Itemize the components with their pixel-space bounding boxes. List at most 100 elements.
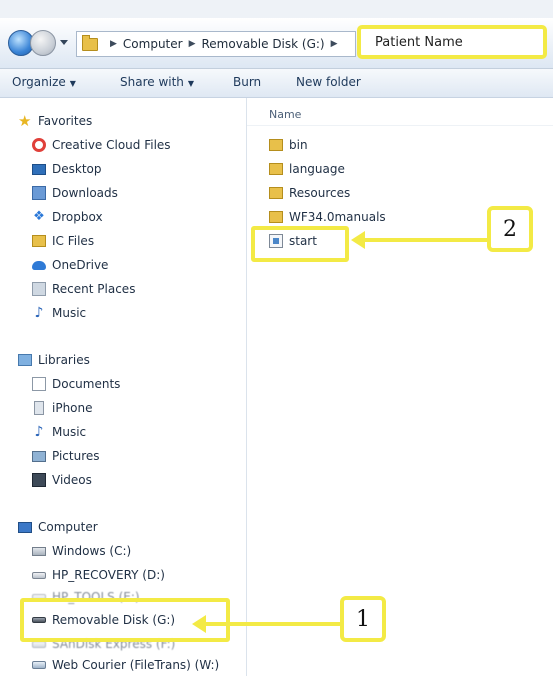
nav-item-videos[interactable]: Videos (32, 471, 92, 489)
nav-item-label: iPhone (52, 401, 93, 415)
navigation-pane: ★ Favorites Creative Cloud Files Desktop… (0, 98, 247, 676)
explorer-window: ▶ Computer ▶ Removable Disk (G:) ▶ Patie… (0, 0, 553, 676)
burn-label: Burn (233, 75, 262, 89)
file-name: WF34.0manuals (289, 210, 386, 224)
callout-number: 1 (356, 606, 370, 632)
address-bar-row: ▶ Computer ▶ Removable Disk (G:) ▶ Patie… (0, 18, 553, 69)
nav-item-pictures[interactable]: Pictures (32, 447, 100, 465)
name-column-header[interactable]: Name (269, 108, 301, 121)
breadcrumb-computer[interactable]: Computer (123, 37, 183, 51)
folder-icon (269, 187, 283, 199)
nav-item-label: Windows (C:) (52, 544, 132, 558)
nav-item-windows-c[interactable]: Windows (C:) (32, 542, 131, 560)
nav-item-label: Creative Cloud Files (52, 138, 171, 152)
drive-icon (32, 571, 46, 579)
pictures-icon (32, 450, 46, 462)
organize-button[interactable]: Organize ▼ (12, 75, 76, 89)
nav-item-label: Music (52, 425, 87, 439)
downloads-icon (32, 186, 46, 200)
onedrive-cloud-icon (32, 260, 46, 270)
creative-cloud-icon (32, 138, 46, 152)
nav-libraries[interactable]: Libraries (18, 351, 90, 369)
callout-connector (364, 238, 488, 242)
nav-item-label: Pictures (52, 449, 100, 463)
caret-down-icon: ▼ (187, 79, 195, 88)
favorites-label: Favorites (38, 114, 93, 128)
folder-icon (32, 235, 46, 247)
file-row-wf34-manuals[interactable]: WF34.0manuals (269, 208, 386, 226)
callout-badge-2: 2 (487, 206, 533, 252)
nav-item-label: Downloads (52, 186, 118, 200)
nav-item-iphone[interactable]: iPhone (32, 399, 93, 417)
nav-item-label: Documents (52, 377, 121, 391)
computer-icon (18, 521, 32, 533)
nav-item-web-courier[interactable]: Web Courier (FileTrans) (W:) (32, 656, 219, 674)
nav-item-creative-cloud[interactable]: Creative Cloud Files (32, 136, 171, 154)
arrow-left-icon (192, 615, 206, 633)
file-list-pane: Name bin language Resources WF34.0manual… (247, 98, 553, 676)
nav-item-desktop[interactable]: Desktop (32, 160, 102, 178)
new-folder-button[interactable]: New folder (296, 75, 361, 89)
music-note-icon: ♪ (34, 424, 44, 440)
iphone-icon (34, 401, 44, 415)
nav-item-label: HP_RECOVERY (D:) (52, 568, 165, 582)
file-row-bin[interactable]: bin (269, 136, 308, 154)
nav-item-label: Desktop (52, 162, 102, 176)
documents-icon (32, 377, 46, 391)
arrow-left-icon (351, 231, 365, 249)
nav-item-onedrive[interactable]: OneDrive (32, 256, 108, 274)
nav-item-music-favorite[interactable]: ♪ Music (32, 304, 87, 322)
nav-item-ic-files[interactable]: IC Files (32, 232, 94, 250)
callout-badge-1: 1 (340, 596, 386, 642)
folder-icon (82, 34, 98, 51)
nav-item-label: OneDrive (52, 258, 109, 272)
caret-down-icon: ▼ (69, 79, 76, 88)
address-box[interactable]: ▶ Computer ▶ Removable Disk (G:) ▶ (76, 31, 356, 57)
nav-item-label: Recent Places (52, 282, 136, 296)
nav-favorites[interactable]: ★ Favorites (18, 112, 92, 130)
desktop-icon (32, 163, 46, 175)
command-toolbar: Organize ▼ Share with ▼ Burn New folder (0, 69, 553, 98)
nav-computer[interactable]: Computer (18, 518, 98, 536)
nav-item-label: Web Courier (FileTrans) (W:) (52, 658, 220, 672)
file-row-resources[interactable]: Resources (269, 184, 350, 202)
organize-label: Organize (12, 75, 66, 89)
chevron-right-icon[interactable]: ▶ (331, 39, 338, 49)
nav-item-documents[interactable]: Documents (32, 375, 120, 393)
nav-item-hp-recovery[interactable]: HP_RECOVERY (D:) (32, 566, 165, 584)
burn-button[interactable]: Burn (233, 75, 261, 89)
file-name: language (289, 162, 345, 176)
star-icon: ★ (18, 112, 32, 130)
music-note-icon: ♪ (34, 305, 44, 321)
computer-label: Computer (38, 520, 98, 534)
chevron-right-icon[interactable]: ▶ (189, 39, 196, 49)
chevron-right-icon[interactable]: ▶ (110, 39, 117, 49)
file-name: bin (289, 138, 308, 152)
nav-item-label: IC Files (52, 234, 95, 248)
file-row-language[interactable]: language (269, 160, 345, 178)
patient-name-annotation: Patient Name (357, 25, 547, 59)
share-with-button[interactable]: Share with ▼ (120, 75, 194, 89)
folder-icon (269, 163, 283, 175)
forward-button[interactable] (30, 30, 56, 56)
recent-pages-dropdown-icon[interactable] (60, 40, 68, 45)
column-divider (247, 125, 553, 126)
breadcrumb-removable-disk[interactable]: Removable Disk (G:) (202, 37, 325, 51)
windows-drive-icon (32, 546, 46, 556)
libraries-label: Libraries (38, 353, 90, 367)
folder-icon (269, 139, 283, 151)
file-name: Resources (289, 186, 351, 200)
recent-places-icon (32, 282, 46, 296)
nav-item-label: Dropbox (52, 210, 103, 224)
nav-item-label: Videos (52, 473, 92, 487)
nav-item-dropbox[interactable]: ❖ Dropbox (32, 208, 103, 226)
folder-icon (269, 211, 283, 223)
patient-name-label: Patient Name (375, 34, 463, 50)
network-drive-icon (32, 661, 46, 669)
callout-connector (205, 622, 341, 626)
nav-item-recent-places[interactable]: Recent Places (32, 280, 135, 298)
nav-item-music-library[interactable]: ♪ Music (32, 423, 87, 441)
nav-item-downloads[interactable]: Downloads (32, 184, 118, 202)
libraries-icon (18, 354, 32, 366)
nav-item-label: Music (52, 306, 87, 320)
